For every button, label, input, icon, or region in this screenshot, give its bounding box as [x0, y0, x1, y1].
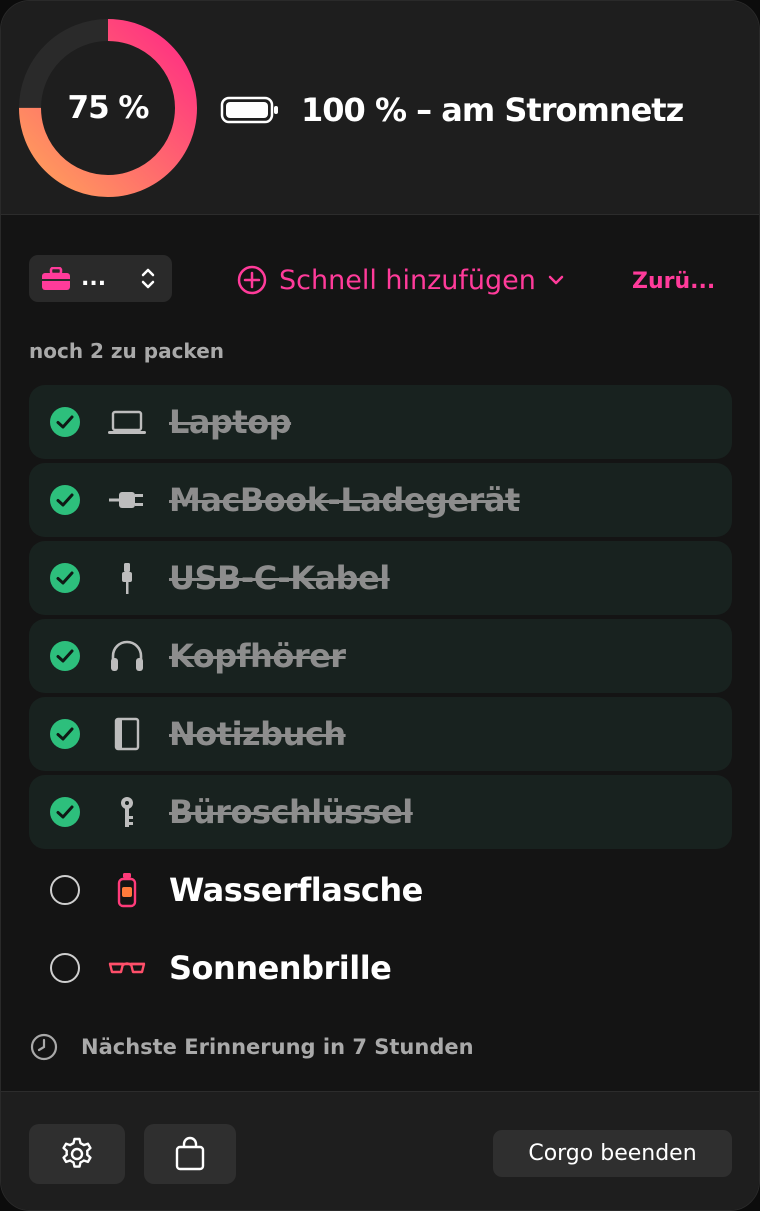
corgo-popover: 75 % 100 % – am Stromnetz ... Schnell hi…: [0, 0, 760, 1211]
reset-link[interactable]: Zurü...: [632, 263, 715, 299]
checkmark-circle-icon[interactable]: [49, 796, 81, 828]
packing-item[interactable]: Kopfhörer: [29, 619, 732, 693]
checkmark-circle-icon[interactable]: [49, 640, 81, 672]
packing-list: Laptop MacBook-Ladegerät USB-C-Kabel Kopfhö…: [29, 385, 732, 1009]
key-icon: [105, 794, 149, 830]
checkmark-circle-icon[interactable]: [49, 562, 81, 594]
packing-item-label: MacBook-Ladegerät: [169, 481, 520, 519]
gear-icon: [62, 1137, 92, 1168]
quick-add-button[interactable]: Schnell hinzufügen: [237, 259, 564, 301]
packing-item-label: Laptop: [169, 403, 292, 441]
packing-item[interactable]: Wasserflasche: [29, 853, 732, 927]
water-bottle-icon: [105, 872, 149, 908]
shopping-bag-icon: [175, 1136, 205, 1171]
remaining-count: noch 2 zu packen: [29, 339, 224, 363]
battery-header: 75 % 100 % – am Stromnetz: [1, 1, 759, 215]
checkmark-circle-icon[interactable]: [49, 484, 81, 516]
packing-item-label: Sonnenbrille: [169, 949, 392, 987]
clock-icon: [30, 1033, 58, 1061]
packing-item[interactable]: Notizbuch: [29, 697, 732, 771]
sunglasses-icon: [105, 950, 149, 986]
trip-profile-select[interactable]: ...: [29, 255, 172, 302]
trip-profile-value: ...: [81, 266, 107, 291]
chevron-down-icon: [548, 275, 564, 285]
plus-circle-icon: [237, 265, 267, 295]
footer-bar: Corgo beenden: [1, 1091, 759, 1210]
packing-item[interactable]: Sonnenbrille: [29, 931, 732, 1005]
packing-item-label: Wasserflasche: [169, 871, 423, 909]
plug-icon: [105, 482, 149, 518]
checkmark-circle-icon[interactable]: [49, 406, 81, 438]
briefcase-icon: [42, 266, 70, 290]
quit-button[interactable]: Corgo beenden: [493, 1130, 732, 1177]
next-reminder-text: Nächste Erinnerung in 7 Stunden: [81, 1035, 474, 1059]
packing-item-label: Notizbuch: [169, 715, 346, 753]
quick-add-label: Schnell hinzufügen: [279, 264, 536, 296]
power-status: 100 % – am Stromnetz: [301, 91, 684, 129]
checkmark-circle-icon[interactable]: [49, 718, 81, 750]
empty-circle-icon[interactable]: [49, 952, 81, 984]
battery-percent-label: 75 %: [67, 90, 150, 126]
packing-item[interactable]: MacBook-Ladegerät: [29, 463, 732, 537]
packing-item[interactable]: USB-C-Kabel: [29, 541, 732, 615]
packing-item[interactable]: Laptop: [29, 385, 732, 459]
packing-item-label: Kopfhörer: [169, 637, 346, 675]
empty-circle-icon[interactable]: [49, 874, 81, 906]
settings-button[interactable]: [29, 1124, 125, 1184]
packing-item-label: Büroschlüssel: [169, 793, 413, 831]
packing-item[interactable]: Büroschlüssel: [29, 775, 732, 849]
packing-item-label: USB-C-Kabel: [169, 559, 390, 597]
notebook-icon: [105, 716, 149, 752]
next-reminder: Nächste Erinnerung in 7 Stunden: [29, 1029, 474, 1065]
up-down-chevron-icon: [141, 268, 155, 289]
headphones-icon: [105, 638, 149, 674]
laptop-icon: [105, 404, 149, 440]
cable-icon: [105, 560, 149, 596]
battery-full-icon: [220, 96, 278, 124]
packing-bag-button[interactable]: [144, 1124, 236, 1184]
